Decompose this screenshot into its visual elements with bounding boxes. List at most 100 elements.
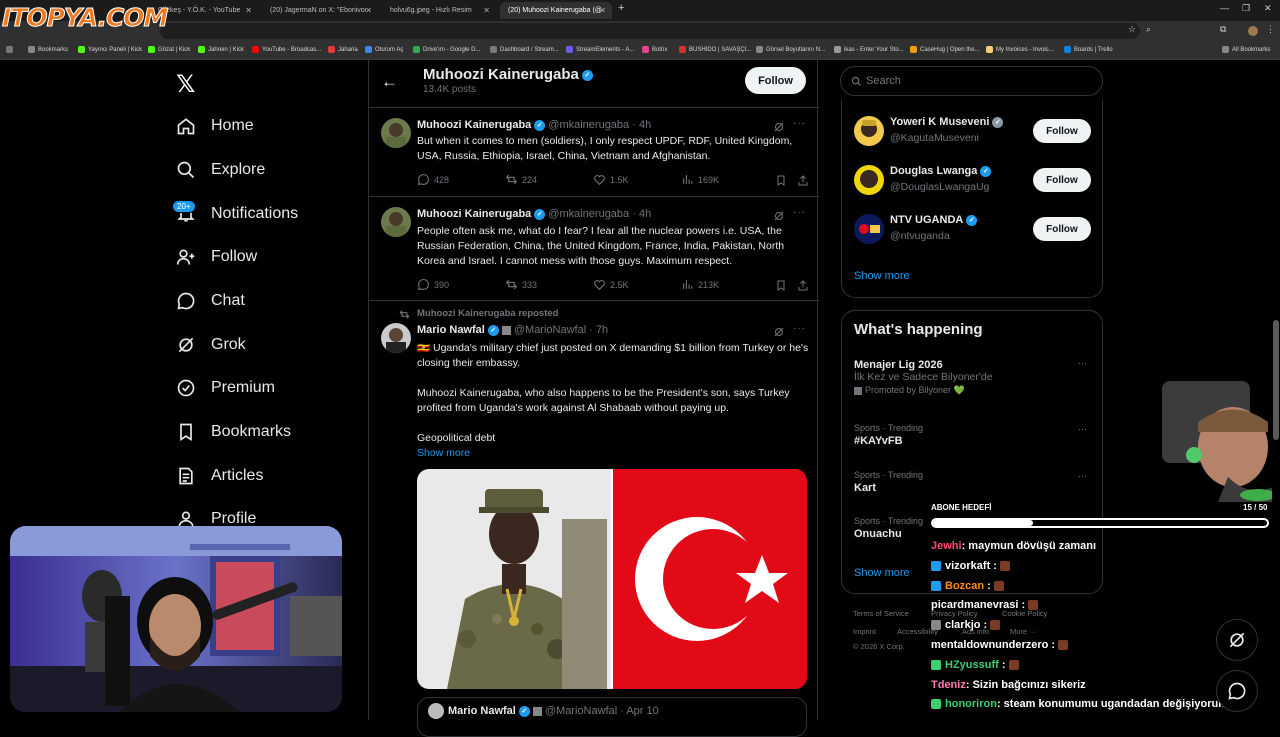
avatar[interactable] [381, 118, 411, 148]
avatar[interactable] [854, 165, 884, 195]
tweet[interactable]: Muhoozi Kainerugaba ✓ @mkainerugaba · 4h ·… [369, 196, 819, 300]
bookmark-item[interactable]: Botrix [642, 41, 667, 60]
nav-follow[interactable]: Follow [176, 243, 257, 271]
nav-explore[interactable]: Explore [176, 156, 265, 184]
follow-button[interactable]: Follow [745, 67, 806, 94]
menu-icon[interactable]: ⋮ [1266, 24, 1275, 35]
footer-link[interactable]: Imprint [853, 627, 876, 636]
grok-icon[interactable] [773, 326, 785, 338]
more-options-icon[interactable]: ··· [793, 323, 806, 334]
quoted-tweet[interactable]: Mario Nawfal ✓ @MarioNawfal · Apr 10 [417, 697, 807, 737]
repost-button[interactable]: 333 [505, 278, 537, 291]
follow-button[interactable]: Follow [1033, 217, 1091, 241]
window-close-icon[interactable]: ✕ [1264, 3, 1272, 14]
close-icon[interactable]: ✕ [365, 2, 372, 19]
x-logo-icon[interactable]: 𝕏 [176, 70, 195, 98]
bookmark-item[interactable]: Gözat | Kick [148, 41, 190, 60]
follow-button[interactable]: Follow [1033, 168, 1091, 192]
more-options-icon[interactable]: ··· [1078, 358, 1087, 368]
grok-floating-button[interactable] [1216, 619, 1258, 661]
bookmark-item[interactable]: Bookmarks [28, 41, 68, 60]
bookmark-item[interactable]: YouTube - Broadcas... [252, 41, 321, 60]
nav-articles[interactable]: Articles [176, 462, 263, 490]
like-button[interactable]: 2.5K [593, 278, 629, 291]
bookmark-star-icon[interactable]: ☆ [1128, 24, 1136, 35]
profile-avatar[interactable] [1248, 26, 1258, 36]
share-icon[interactable] [797, 174, 809, 187]
close-icon[interactable]: ✕ [483, 2, 490, 19]
bookmark-icon[interactable] [775, 174, 787, 187]
nav-home[interactable]: Home [176, 112, 254, 140]
browser-tab-active[interactable]: (20) Muhoozi Kainerugaba (@ ✕ [500, 2, 612, 19]
maximize-icon[interactable]: ❐ [1242, 3, 1250, 14]
bookmark-item[interactable]: Dashboard / Stream... [490, 41, 559, 60]
minimize-icon[interactable]: — [1220, 3, 1229, 13]
show-more-link[interactable]: Show more [417, 446, 809, 461]
close-icon[interactable]: ✕ [599, 2, 606, 19]
nav-premium[interactable]: Premium [176, 374, 275, 402]
avatar[interactable] [381, 323, 411, 353]
messages-floating-button[interactable] [1216, 670, 1258, 712]
bookmark-item[interactable]: ikas - Enter Your Sto... [834, 41, 904, 60]
url-input[interactable] [160, 23, 1140, 39]
grok-icon[interactable] [773, 210, 785, 222]
extensions-icon[interactable]: ⧉ [1220, 24, 1226, 35]
new-tab-icon[interactable]: + [618, 2, 624, 14]
reply-button[interactable]: 390 [417, 278, 449, 291]
bookmark-item[interactable]: Boards | Trello [1064, 41, 1113, 60]
browser-tab[interactable]: (20) JagermaN on X: "Ebonivon ✕ [262, 2, 378, 19]
search-input[interactable]: Search [840, 66, 1103, 96]
like-button[interactable]: 1.5K [593, 173, 629, 186]
more-options-icon[interactable]: ··· [1078, 424, 1087, 434]
all-bookmarks[interactable]: All Bookmarks [1222, 41, 1270, 60]
tweet[interactable]: Muhoozi Kainerugaba ✓ @mkainerugaba · 4h ·… [369, 107, 819, 196]
avatar[interactable] [854, 214, 884, 244]
views-button[interactable]: 213K [681, 278, 719, 291]
bookmark-item[interactable]: Jaharia [328, 41, 358, 60]
more-options-icon[interactable]: ··· [1078, 471, 1087, 481]
suggested-account[interactable]: Douglas Lwanga ✓ @DouglasLwangaUg Follow [854, 161, 1094, 201]
trend-item[interactable]: Menajer Lig 2026 İlk Kez ve Sadece Bilyo… [854, 357, 1094, 396]
reply-button[interactable]: 428 [417, 173, 449, 186]
suggested-account[interactable]: NTV UGANDA ✓ @ntvuganda Follow [854, 210, 1094, 250]
trend-item[interactable]: Sports · Trending #KAYvFB [854, 423, 923, 447]
bookmark-item[interactable]: StreamElements - A... [566, 41, 634, 60]
bookmark-icon[interactable] [775, 279, 787, 292]
tweet-author[interactable]: Mario Nawfal ✓ @MarioNawfal · 7h [417, 324, 608, 336]
trend-item[interactable]: Sports · Trending Onuachu [854, 516, 923, 540]
tweet-image[interactable] [417, 469, 807, 689]
bookmark-item[interactable]: Yayıncı Paneli | Kick [78, 41, 142, 60]
browser-tab[interactable]: holvu6g.jpeg - Hızlı Resim ✕ [382, 2, 496, 19]
footer-link[interactable]: Terms of Service [853, 609, 909, 618]
bookmark-item[interactable]: BUSHIDO | SAVAŞÇI... [679, 41, 751, 60]
nav-bookmarks[interactable]: Bookmarks [176, 418, 291, 446]
close-icon[interactable]: ✕ [245, 2, 252, 19]
nav-chat[interactable]: Chat [176, 287, 245, 315]
show-more-link[interactable]: Show more [854, 270, 910, 282]
back-arrow-icon[interactable]: ← [381, 72, 398, 92]
suggested-account[interactable]: Yoweri K Museveni ✓ @KagutaMuseveni Follo… [854, 112, 1094, 152]
show-more-link[interactable]: Show more [854, 567, 910, 579]
more-options-icon[interactable]: ··· [793, 118, 806, 129]
bookmark-item[interactable]: Görsel Boyutlarını N... [756, 41, 825, 60]
page-scrollbar[interactable] [1272, 60, 1280, 720]
grok-icon[interactable] [773, 121, 785, 133]
nav-grok[interactable]: Grok [176, 331, 246, 359]
zoom-icon[interactable]: ⌕ [1146, 24, 1151, 35]
avatar[interactable] [381, 207, 411, 237]
scrollbar-thumb[interactable] [1273, 320, 1279, 440]
share-icon[interactable] [797, 279, 809, 292]
follow-button[interactable]: Follow [1033, 119, 1091, 143]
bookmark-item[interactable]: Drive'ım - Google D... [413, 41, 481, 60]
avatar[interactable] [854, 116, 884, 146]
tweet-author[interactable]: Muhoozi Kainerugaba ✓ @mkainerugaba · 4h [417, 208, 651, 220]
trend-item[interactable]: Sports · Trending Kart [854, 470, 923, 494]
tweet[interactable]: Muhoozi Kainerugaba reposted Mario Nawfa… [369, 300, 819, 737]
bookmark-item[interactable]: My Invoices - Invoic... [986, 41, 1054, 60]
bookmark-item[interactable]: CaseHug | Open the... [910, 41, 980, 60]
tweet-author[interactable]: Muhoozi Kainerugaba ✓ @mkainerugaba · 4h [417, 119, 651, 131]
bookmark-item[interactable]: Oturum Aç [365, 41, 403, 60]
apps-icon[interactable] [6, 41, 16, 60]
repost-button[interactable]: 224 [505, 173, 537, 186]
bookmark-item[interactable]: Jahrein | Kick [198, 41, 244, 60]
